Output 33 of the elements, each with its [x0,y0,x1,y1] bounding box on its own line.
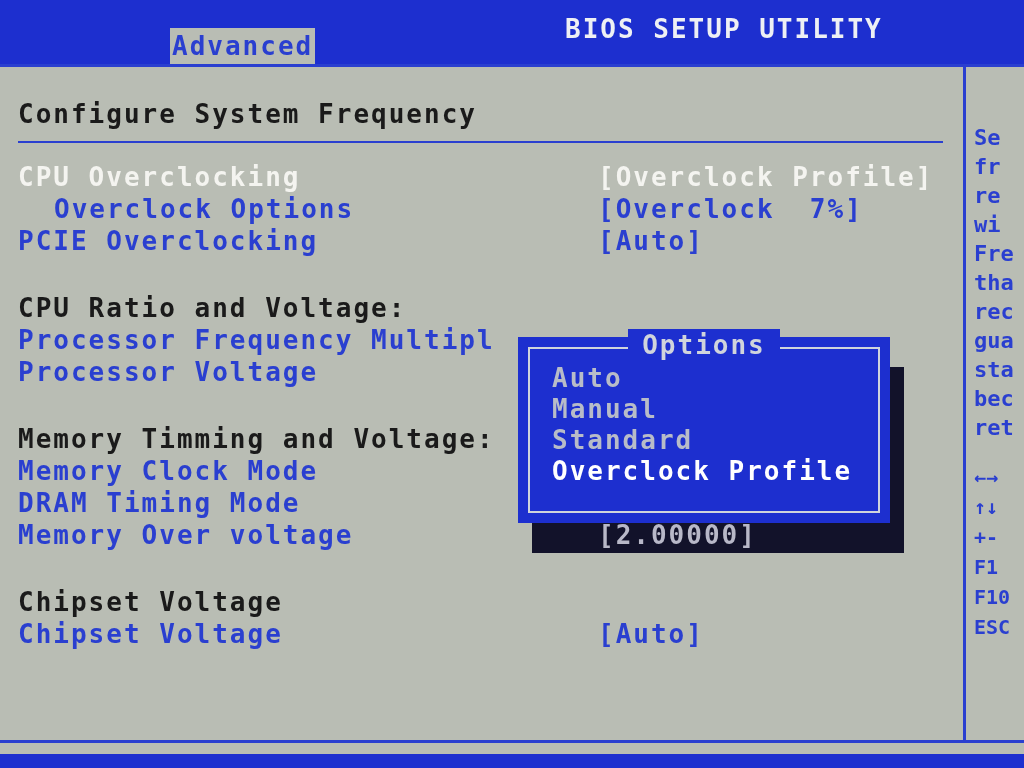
key-hint: F1 [974,554,1000,581]
key-hint: +- [974,524,1000,551]
option-item[interactable]: Auto [552,363,856,394]
option-item[interactable]: Overclock Profile [552,456,856,487]
key-hint: F10 [974,584,1012,611]
section-heading: CPU Ratio and Voltage: [18,291,407,325]
help-text: sta [974,356,1015,384]
help-text: fr [974,153,1002,181]
key-hint: ↑↓ [974,494,1000,521]
help-text: re [974,182,1002,210]
section-heading: Chipset Voltage [18,585,283,619]
help-text: ret [974,414,1015,442]
help-text: Fre [974,240,1015,268]
setting-value: [2.00000] [598,518,757,552]
setting-value: [Auto] [598,224,704,258]
help-text: bec [974,385,1015,413]
menu-tab[interactable]: Advanced [170,28,316,64]
help-text: rec [974,298,1015,326]
popup-title: Options [628,329,780,361]
section-heading: Memory Timming and Voltage: [18,422,495,456]
panel-title: Configure System Frequency [18,97,477,131]
key-hint: ESC [974,614,1012,641]
option-item[interactable]: Standard [552,425,856,456]
key-hint: ←→ [974,464,1000,491]
setting-value: [Overclock 7%] [598,192,863,226]
help-text: Se [974,124,1002,152]
setting-value: [Auto] [598,617,704,651]
help-text: gua [974,327,1015,355]
option-item[interactable]: Manual [552,394,856,425]
help-text: wi [974,211,1002,239]
help-text: tha [974,269,1015,297]
window-title: BIOS SETUP UTILITY [565,13,883,46]
setting-value: [Overclock Profile] [598,160,934,194]
